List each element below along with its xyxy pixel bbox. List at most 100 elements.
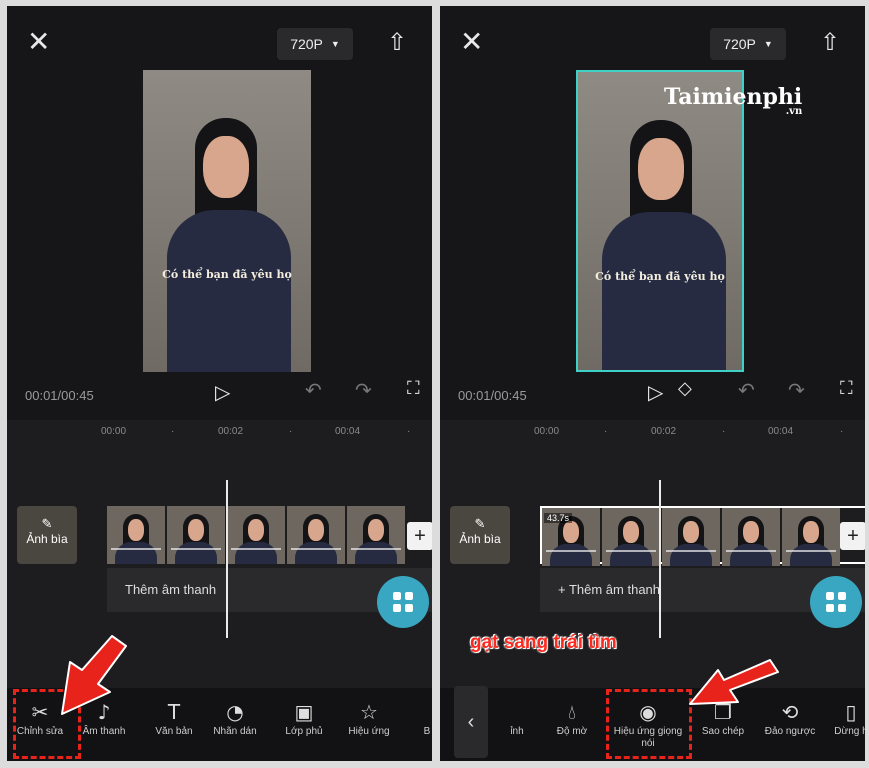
dropdown-caret-icon: ▼ [330,39,340,49]
resolution-label: 720P [290,36,323,52]
tool-label: Văn bản [155,726,193,737]
video-caption: Có thể bạn đã yêu họ [162,268,292,281]
tool-text[interactable]: T Văn bản [143,688,205,761]
clip-frame [782,508,840,566]
tool-label: Nhãn dán [213,726,257,737]
redo-icon[interactable]: ↷ [355,378,372,402]
tool-overlay[interactable]: ▣ Lớp phủ [273,688,335,761]
playhead[interactable] [659,480,661,638]
tool-label: Đảo ngược [764,726,816,737]
back-button[interactable]: ‹ [454,686,488,758]
watermark-logo: Taimienphi .vn [664,84,802,117]
chevron-left-icon: ‹ [467,711,475,733]
fullscreen-icon[interactable]: ⛶ [407,378,420,399]
tool-label: B [423,726,431,737]
resolution-label: 720P [723,36,756,52]
playhead[interactable] [226,480,228,638]
tool-label: Hiệu ứng [348,726,390,737]
pencil-icon: ✎ [474,516,486,531]
timeline-ruler: 00:00 · 00:02 · 00:04 · [440,426,865,442]
ruler-tick: 00:02 [218,426,244,437]
timecode: 00:01/00:45 [458,388,527,403]
timeline-ruler: 00:00 · 00:02 · 00:04 · [7,426,432,442]
clip-frame [227,506,285,564]
fullscreen-icon[interactable]: ⛶ [840,378,853,399]
grid-menu-button[interactable] [810,576,862,628]
ruler-tick: · [407,426,411,437]
tool-partial[interactable]: ỉnh [492,688,542,761]
redo-icon[interactable]: ↷ [788,378,805,402]
video-clip-track[interactable] [107,506,432,564]
sticker-icon: ◔ [226,700,244,724]
watermark-brand: Taimienphi [664,84,803,110]
reverse-icon: ⟲ [781,700,799,724]
highlight-box-edit [13,689,81,759]
export-icon[interactable]: ⇧ [387,28,407,56]
plus-icon: + [414,525,426,547]
overlay-icon: ▣ [294,700,314,724]
tool-copy[interactable]: ❐ Sao chép [692,688,754,761]
ruler-tick: · [840,426,844,437]
tool-more[interactable]: B [407,688,432,761]
dropdown-caret-icon: ▼ [763,39,773,49]
add-clip-button[interactable]: + [840,522,865,550]
close-icon[interactable]: ✕ [27,28,50,56]
undo-icon[interactable]: ↶ [738,378,755,402]
ruler-tick: · [171,426,175,437]
tool-opacity[interactable]: 💧︎ Độ mờ [540,688,604,761]
close-icon[interactable]: ✕ [460,28,483,56]
highlight-box-voice-effect [606,689,692,759]
pencil-icon: ✎ [41,516,53,531]
cover-label: Ảnh bìa [26,532,68,546]
play-icon[interactable]: ▷ [648,380,663,404]
tool-freeze[interactable]: ▯ Dừng h [826,688,865,761]
person-body [167,210,291,372]
clip-frame [167,506,225,564]
tool-audio[interactable]: ♪ Âm thanh [73,688,135,761]
person-face [638,138,684,200]
cover-thumbnail[interactable]: ✎ Ảnh bìa [450,506,510,564]
keyframe-icon[interactable]: ◇ [678,378,692,399]
tool-label: Dừng h [834,726,865,737]
tool-reverse[interactable]: ⟲ Đảo ngược [756,688,824,761]
tool-label: Âm thanh [82,726,126,737]
ruler-tick: · [289,426,293,437]
play-icon[interactable]: ▷ [215,380,230,404]
clip-frame [347,506,405,564]
person-body [602,212,726,370]
ruler-tick: 00:00 [101,426,127,437]
annotation-caption: gạt sang trái tìm [470,632,617,653]
clip-frame [722,508,780,566]
clip-frame [107,506,165,564]
ruler-tick: 00:04 [768,426,794,437]
cover-label: Ảnh bìa [459,532,501,546]
timecode: 00:01/00:45 [25,388,94,403]
ruler-tick: 00:04 [335,426,361,437]
tool-effects[interactable]: ☆ Hiệu ứng [337,688,401,761]
editor-panel-left: ✕ 720P ▼ ⇧ Có thể bạn đã yêu họ 00:01/00:… [7,6,432,761]
droplet-icon: 💧︎ [568,700,576,724]
plus-icon: + [847,525,859,547]
grid-menu-button[interactable] [377,576,429,628]
freeze-frame-icon: ▯ [845,700,857,724]
grid-icon [393,592,401,600]
tool-label: Độ mờ [556,726,588,737]
resolution-dropdown[interactable]: 720P ▼ [710,28,786,60]
music-note-icon: ♪ [97,700,111,724]
video-clip-track-selected[interactable] [540,506,865,566]
add-clip-button[interactable]: + [407,522,432,550]
person-face [203,136,249,198]
grid-icon [826,592,834,600]
tool-sticker[interactable]: ◔ Nhãn dán [203,688,267,761]
undo-icon[interactable]: ↶ [305,378,322,402]
effects-star-icon: ☆ [360,700,378,724]
resolution-dropdown[interactable]: 720P ▼ [277,28,353,60]
cover-thumbnail[interactable]: ✎ Ảnh bìa [17,506,77,564]
clip-duration-badge: 43.7s [544,513,573,523]
add-audio-label: Thêm âm thanh [125,582,217,597]
ruler-tick: · [722,426,726,437]
tool-label: ỉnh [510,726,524,737]
video-preview[interactable]: Có thể bạn đã yêu họ [143,70,311,372]
export-icon[interactable]: ⇧ [820,28,840,56]
ruler-tick: 00:02 [651,426,677,437]
